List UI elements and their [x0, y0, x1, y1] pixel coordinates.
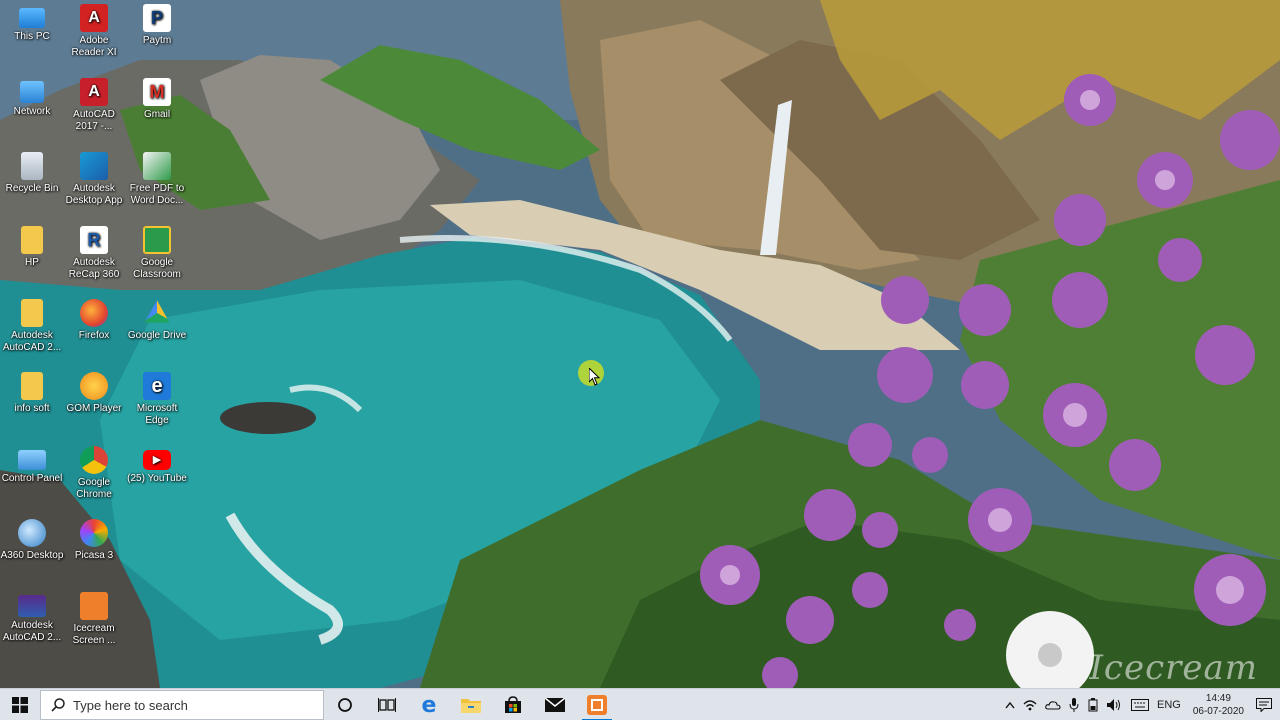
tray-battery-button[interactable]: [1083, 698, 1103, 712]
edge-icon: e: [421, 692, 437, 718]
tray-volume-button[interactable]: [1103, 699, 1127, 711]
tray-language-button[interactable]: ENG: [1153, 699, 1185, 711]
taskbar-edge-button[interactable]: e: [408, 689, 450, 720]
search-icon: [51, 698, 65, 712]
firefox-icon: [80, 299, 108, 327]
network-icon: [20, 81, 44, 103]
search-placeholder: Type here to search: [73, 697, 188, 713]
desktop-icon-firefox[interactable]: Firefox: [62, 299, 126, 342]
icecream-recorder-button[interactable]: [576, 689, 618, 720]
tray-show-hidden-button[interactable]: [1001, 701, 1019, 709]
mouse-cursor: [578, 360, 604, 386]
desktop-icon-this-pc[interactable]: This PC: [0, 4, 64, 43]
tray-keyboard-button[interactable]: [1127, 699, 1153, 711]
cortana-button[interactable]: [324, 689, 366, 720]
desktop-icon-autocad-2017[interactable]: A AutoCAD 2017 -...: [62, 78, 126, 133]
file-explorer-icon: [461, 699, 481, 713]
desktop-wallpaper: [0, 0, 1280, 688]
store-icon: [505, 696, 521, 713]
tray-microphone-button[interactable]: [1065, 698, 1083, 712]
cloud-icon: [1045, 701, 1061, 710]
icecream-icon: [80, 592, 108, 620]
start-button[interactable]: [0, 689, 40, 720]
autodesk-recap-icon: R: [80, 226, 108, 254]
desktop-icon-recycle-bin[interactable]: Recycle Bin: [0, 152, 64, 195]
desktop-icon-google-classroom[interactable]: Google Classroom: [125, 226, 189, 281]
pdf-to-word-icon: [143, 152, 171, 180]
desktop-icon-icecream-screen[interactable]: Icecream Screen ...: [62, 592, 126, 647]
chrome-icon: [80, 446, 108, 474]
desktop-icon-control-panel[interactable]: Control Panel: [0, 446, 64, 485]
cortana-icon: [338, 698, 352, 712]
autodesk-desktop-app-icon: [80, 152, 108, 180]
edge-icon: e: [143, 372, 171, 400]
picasa-icon: [80, 519, 108, 547]
task-view-icon: [378, 698, 396, 712]
file-explorer-button[interactable]: [450, 689, 492, 720]
tray-time: 14:49: [1205, 693, 1231, 704]
desktop-icon-network[interactable]: Network: [0, 78, 64, 118]
folder-icon: [21, 226, 43, 254]
system-tray: ENG 14:49 06-07-2020: [1001, 689, 1280, 720]
desktop-icon-hp-folder[interactable]: HP: [0, 226, 64, 269]
google-classroom-icon: [143, 226, 171, 254]
folder-icon: [21, 299, 43, 327]
desktop-icon-a360-desktop[interactable]: A360 Desktop: [0, 519, 64, 562]
icecream-recorder-icon: [587, 695, 607, 715]
taskbar-search-box[interactable]: Type here to search: [40, 690, 324, 720]
adobe-reader-icon: A: [80, 4, 108, 32]
notification-icon: [1256, 698, 1272, 712]
google-drive-icon: [144, 300, 170, 323]
mail-icon: [545, 698, 565, 712]
recycle-bin-icon: [21, 152, 43, 180]
windows-logo-icon: [12, 697, 28, 713]
desktop-icon-paytm[interactable]: P Paytm: [125, 4, 189, 47]
desktop-icon-google-chrome[interactable]: Google Chrome: [62, 446, 126, 501]
control-panel-icon: [18, 450, 46, 470]
youtube-icon: ▶: [143, 450, 171, 470]
desktop-icon-autodesk-desktop-app[interactable]: Autodesk Desktop App: [62, 152, 126, 207]
desktop-icon-gom-player[interactable]: GOM Player: [62, 372, 126, 415]
icecream-watermark: Icecream: [1089, 648, 1258, 688]
desktop-icon-google-drive[interactable]: Google Drive: [125, 299, 189, 342]
task-view-button[interactable]: [366, 689, 408, 720]
a360-icon: [18, 519, 46, 547]
tray-onedrive-button[interactable]: [1041, 700, 1065, 710]
action-center-button[interactable]: [1252, 698, 1280, 712]
keyboard-icon: [1131, 699, 1149, 711]
this-pc-icon: [19, 8, 45, 28]
desktop-icon-adobe-reader[interactable]: A Adobe Reader XI: [62, 4, 126, 59]
tray-date: 06-07-2020: [1192, 706, 1244, 717]
gom-player-icon: [80, 372, 108, 400]
autocad-icon: A: [80, 78, 108, 106]
desktop-icon-info-soft-folder[interactable]: info soft: [0, 372, 64, 415]
microphone-icon: [1069, 698, 1079, 712]
folder-icon: [21, 372, 43, 400]
desktop-icon-autodesk-autocad-2[interactable]: Autodesk AutoCAD 2...: [0, 592, 64, 644]
tray-wifi-button[interactable]: [1019, 699, 1041, 711]
volume-icon: [1107, 699, 1120, 711]
desktop-icon-autodesk-recap[interactable]: R Autodesk ReCap 360: [62, 226, 126, 281]
desktop-icon-picasa[interactable]: Picasa 3: [62, 519, 126, 562]
paytm-icon: P: [143, 4, 171, 32]
desktop-icon-free-pdf-to-word[interactable]: Free PDF to Word Doc...: [125, 152, 189, 207]
desktop-icon-youtube[interactable]: ▶ (25) YouTube: [125, 446, 189, 485]
wifi-icon: [1023, 700, 1037, 711]
desktop-icon-microsoft-edge[interactable]: e Microsoft Edge: [125, 372, 189, 427]
taskbar: Type here to search e ENG 14:49 06-07-20…: [0, 688, 1280, 720]
desktop-icon-autodesk-autocad-folder[interactable]: Autodesk AutoCAD 2...: [0, 299, 64, 354]
chevron-up-icon: [1005, 701, 1015, 709]
desktop-icon-gmail[interactable]: M Gmail: [125, 78, 189, 121]
gmail-icon: M: [143, 78, 171, 106]
mail-button[interactable]: [534, 689, 576, 720]
tray-clock[interactable]: 14:49 06-07-2020: [1185, 692, 1252, 718]
store-button[interactable]: [492, 689, 534, 720]
battery-icon: [1088, 698, 1098, 712]
autocad-folder-icon: [18, 595, 46, 617]
